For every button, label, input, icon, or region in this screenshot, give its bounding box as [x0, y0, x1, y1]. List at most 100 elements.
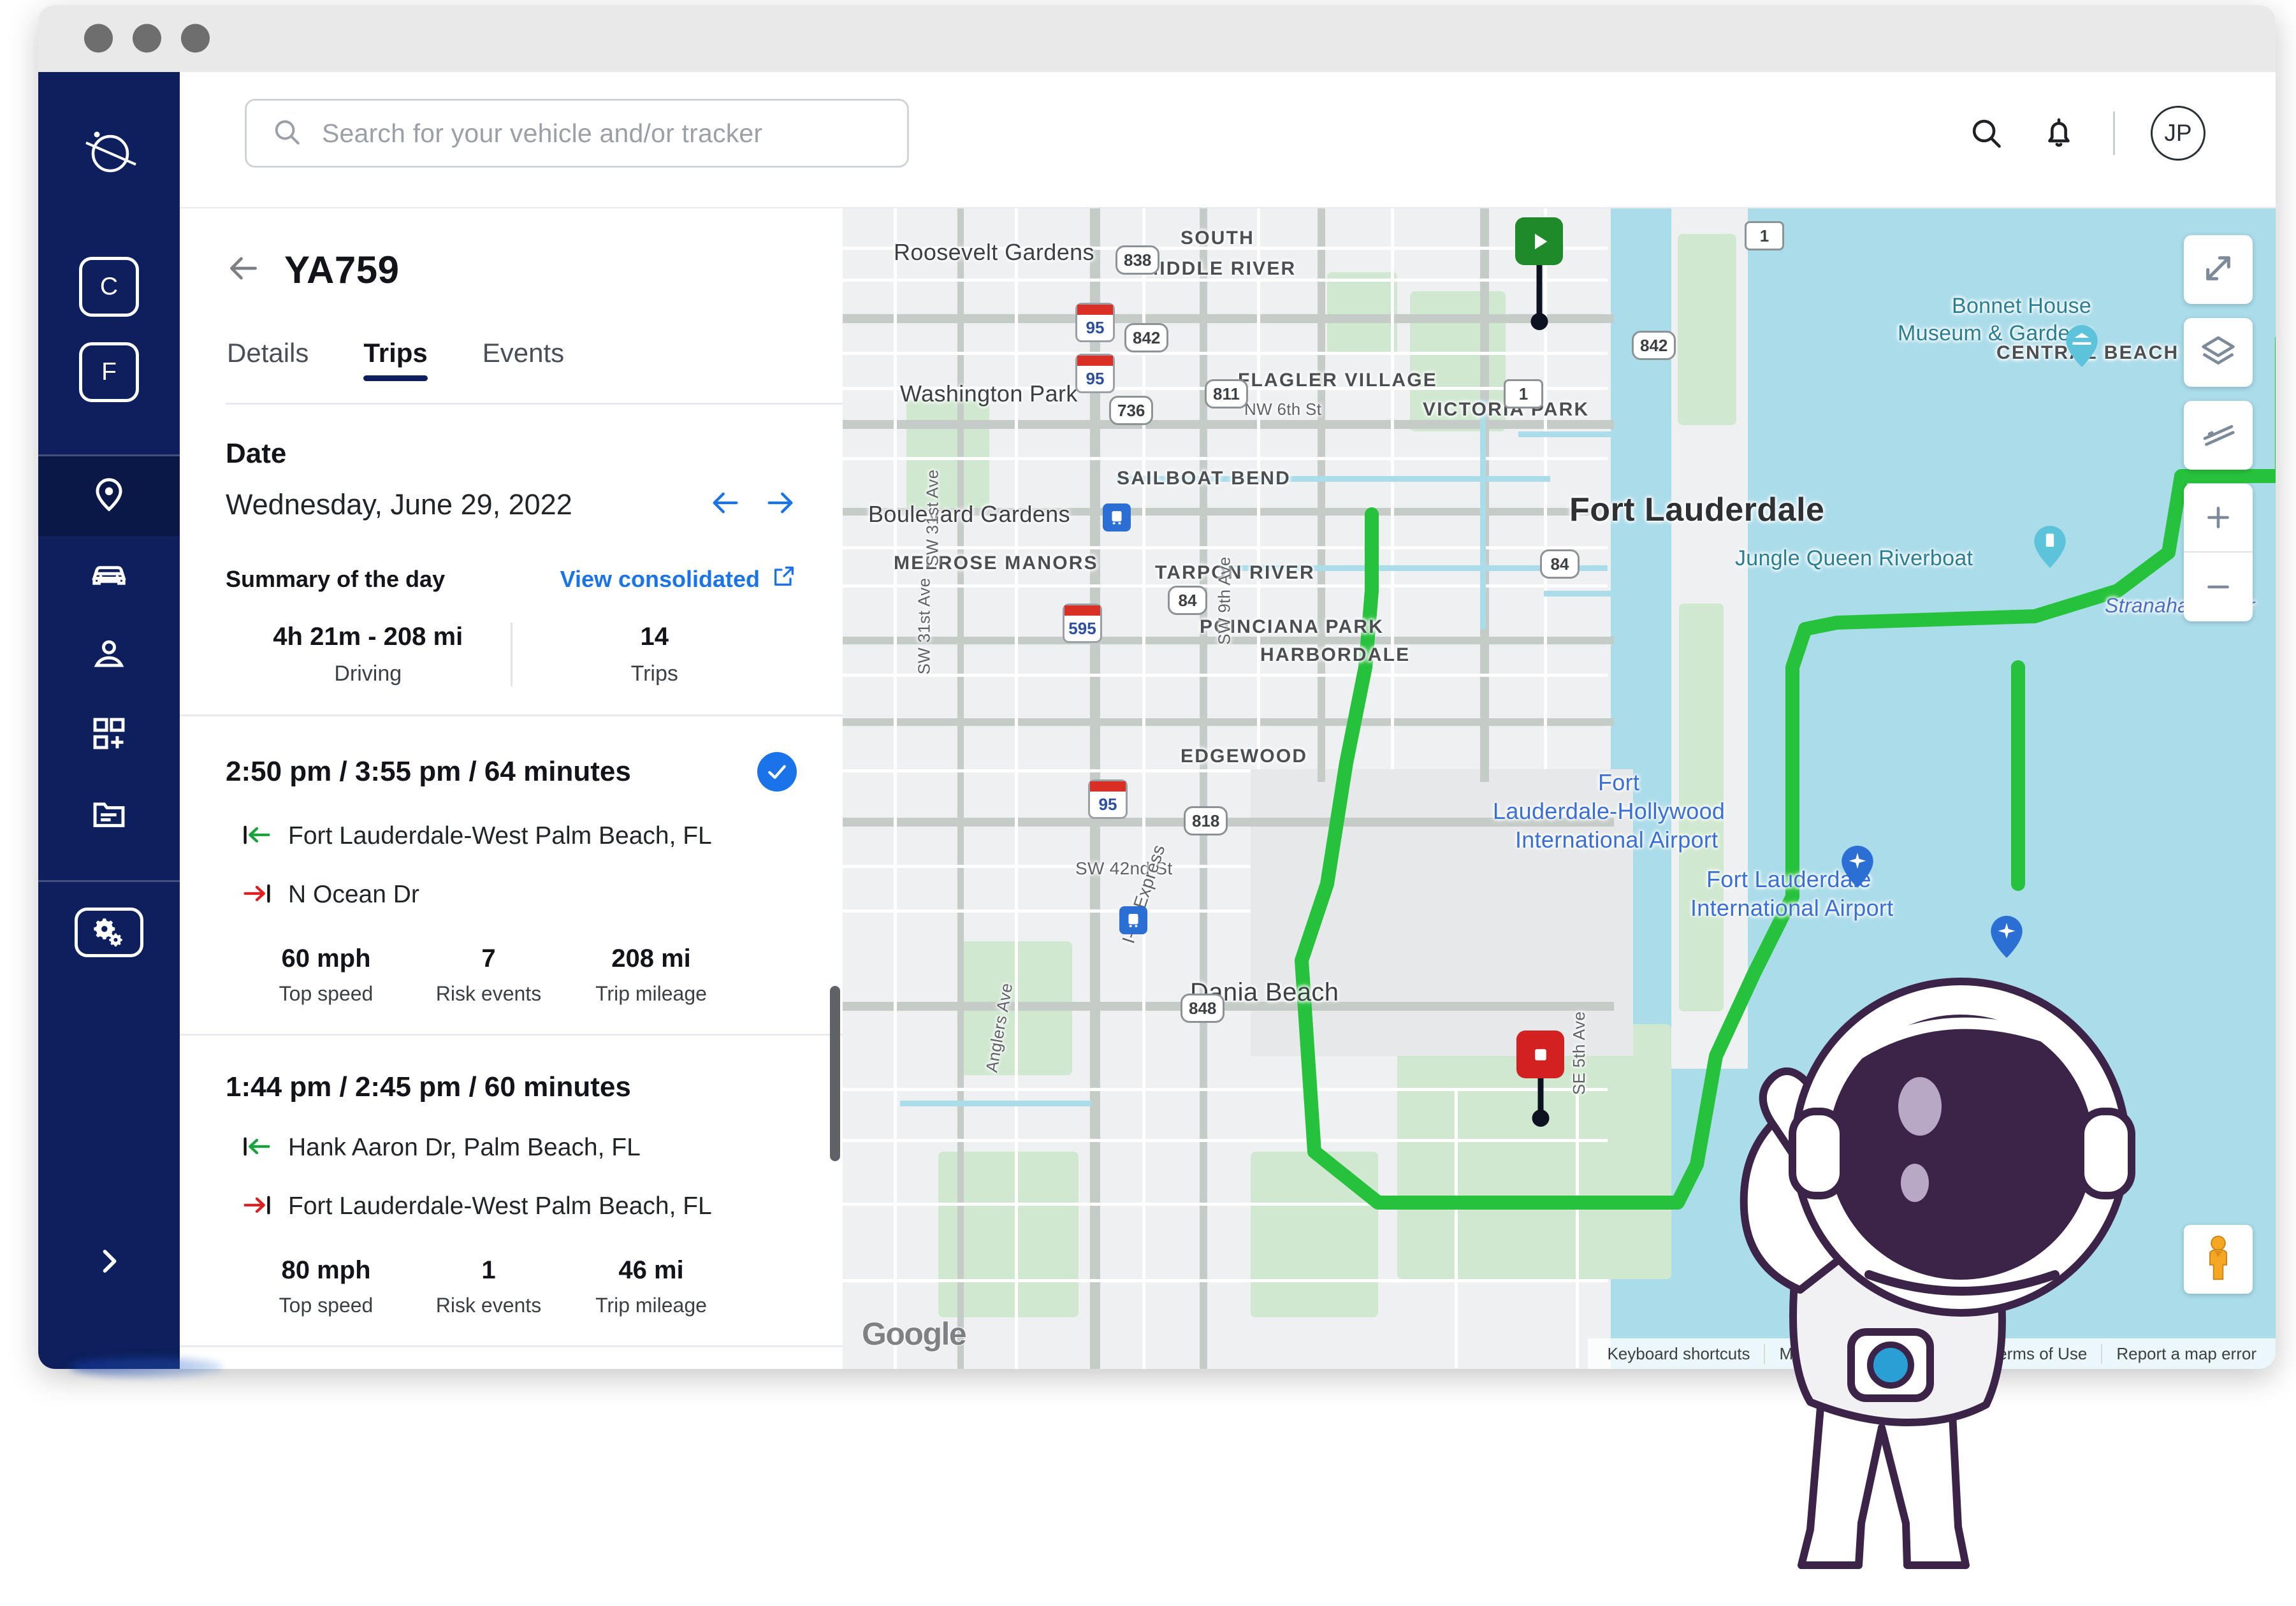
prev-day-button[interactable] [709, 486, 742, 523]
trip-stat-label: Trip mileage [595, 1294, 707, 1317]
trip-start-marker[interactable] [1515, 217, 1563, 330]
search-input[interactable]: Search for your vehicle and/or tracker [245, 99, 909, 168]
top-bar-divider [2113, 112, 2115, 155]
grid-plus-icon [89, 714, 129, 756]
map-label: TARPON RIVER [1155, 562, 1315, 583]
poi-pin-airport[interactable] [1990, 916, 2023, 958]
sidebar-item-reports[interactable] [38, 775, 180, 855]
tab-trips[interactable]: Trips [363, 338, 428, 381]
trip-stat-label: Trip mileage [595, 982, 707, 1005]
trips-list: 2:50 pm / 3:55 pm / 64 minutes Fort Laud… [180, 714, 843, 1347]
poi-pin-museum[interactable] [2065, 325, 2098, 367]
external-link-icon [771, 563, 797, 595]
summary-stat-driving: 4h 21m - 208 mi Driving [226, 623, 511, 686]
arrow-left-icon[interactable] [226, 250, 261, 289]
sidebar-item-map[interactable] [38, 456, 180, 536]
trip-destination-label: Fort Lauderdale-West Palm Beach, FL [288, 1192, 712, 1220]
map-zoom-in-button[interactable] [2184, 484, 2253, 553]
map-traffic-button[interactable] [2184, 401, 2253, 470]
sidebar-divider-lower [38, 880, 180, 882]
vehicle-detail-panel: YA759 Details Trips Events Date Wednesda… [180, 208, 843, 1369]
map-zoom-out-button[interactable] [2184, 553, 2253, 621]
report-map-error-link[interactable]: Report a map error [2101, 1343, 2271, 1364]
summary-stat-label: Trips [630, 662, 678, 686]
map-label: Boulevard Gardens [868, 501, 1070, 527]
bell-icon[interactable] [2040, 115, 2077, 152]
street-view-pegman[interactable] [2184, 1225, 2253, 1294]
trip-card[interactable]: 2:50 pm / 3:55 pm / 64 minutes Fort Laud… [180, 716, 843, 1036]
interstate-shield: 595 [1063, 604, 1102, 643]
search-icon [271, 116, 303, 151]
trip-stat-value: 1 [481, 1256, 496, 1284]
terms-of-use-link[interactable]: Terms of Use [1974, 1343, 2101, 1364]
trip-stat-value: 208 mi [611, 944, 691, 973]
map-canvas[interactable]: Roosevelt Gardens SOUTH MIDDLE RIVER Washin… [843, 208, 2276, 1369]
keyboard-shortcuts-link[interactable]: Keyboard shortcuts [1593, 1344, 1764, 1364]
saturn-planet-logo[interactable] [74, 115, 144, 185]
tab-events[interactable]: Events [483, 338, 564, 381]
route-shield: 811 [1205, 379, 1248, 409]
marker-anchor-dot [1530, 313, 1548, 330]
sidebar-shortcut-f[interactable]: F [79, 342, 139, 402]
sidebar-expand-button[interactable] [38, 1245, 180, 1281]
view-consolidated-link[interactable]: View consolidated [560, 563, 797, 595]
date-label: Date [226, 438, 287, 469]
summary-stats: 4h 21m - 208 mi Driving 14 Trips [226, 623, 797, 714]
page-title: YA759 [284, 249, 400, 291]
interstate-shield-cap [1077, 356, 1113, 366]
interstate-shield-number: 595 [1068, 618, 1096, 638]
trip-stat-value: 46 mi [618, 1256, 684, 1284]
map-label: HARBORDALE [1260, 644, 1411, 665]
search-icon[interactable] [1968, 115, 2005, 152]
arrow-depart-icon [242, 823, 272, 850]
route-shield: 842 [1124, 323, 1169, 352]
sidebar-nav [38, 456, 180, 855]
transit-station-icon[interactable] [1103, 503, 1131, 532]
next-day-button[interactable] [764, 486, 797, 523]
sidebar-item-vehicles[interactable] [38, 536, 180, 616]
trip-stat-value: 7 [481, 944, 496, 973]
map-label: Jungle Queen Riverboat [1735, 546, 1973, 570]
sidebar-item-drivers[interactable] [38, 616, 180, 695]
tab-details[interactable]: Details [227, 338, 309, 381]
sidebar-item-apps[interactable] [38, 695, 180, 775]
sidebar-shortcut-f-label: F [101, 358, 117, 386]
sidebar-shortcut-c[interactable]: C [79, 257, 139, 317]
check-circle-icon[interactable] [757, 752, 797, 792]
trip-stats: 80 mph Top speed 1 Risk events 46 mi Tri… [226, 1256, 797, 1317]
map-label: Roosevelt Gardens [894, 239, 1094, 265]
trip-stats: 60 mph Top speed 7 Risk events 208 mi Tr… [226, 944, 797, 1006]
map-label: SE 5th Ave [1569, 1011, 1589, 1096]
poi-pin-riverboat[interactable] [2033, 526, 2067, 568]
date-block: Date Wednesday, June 29, 2022 Summary of… [180, 405, 843, 714]
sidebar-settings-wrapper [75, 908, 143, 957]
map-pin-icon [89, 475, 129, 517]
panel-header: YA759 Details Trips Events [180, 208, 843, 405]
search-placeholder: Search for your vehicle and/or tracker [322, 118, 763, 148]
map-fullscreen-button[interactable] [2184, 235, 2253, 304]
interstate-shield: 95 [1075, 354, 1115, 393]
us-route-shield: 1 [1504, 379, 1543, 409]
trip-origin-label: Fort Lauderdale-West Palm Beach, FL [288, 822, 712, 850]
interstate-shield-cap [1077, 305, 1113, 315]
trip-destination: N Ocean Dr [226, 881, 797, 909]
avatar[interactable]: JP [2151, 106, 2205, 161]
chevron-right-icon [92, 1245, 126, 1281]
trip-stat-label: Risk events [435, 982, 542, 1005]
map-layers-button[interactable] [2184, 318, 2253, 387]
transit-station-icon[interactable] [1119, 906, 1147, 934]
trip-stat-risk-events: 7 Risk events [407, 944, 570, 1006]
map-label: FLAGLER VILLAGE [1238, 370, 1437, 391]
window-minimize-button[interactable] [133, 24, 161, 53]
trip-end-marker[interactable] [1516, 1031, 1564, 1127]
window-maximize-button[interactable] [181, 24, 210, 53]
trip-stat-mileage: 208 mi Trip mileage [570, 944, 732, 1006]
trip-card[interactable]: 1:44 pm / 2:45 pm / 60 minutes Hank Aaro… [180, 1036, 843, 1347]
panel-scrollbar[interactable] [830, 986, 840, 1161]
route-shield: 848 [1181, 994, 1225, 1023]
sidebar-item-settings[interactable] [75, 908, 143, 957]
poi-pin-airport[interactable] [1841, 846, 1874, 888]
map-attribution: Keyboard shortcuts Map data ©2022 Google… [1588, 1338, 2276, 1369]
window-close-button[interactable] [84, 24, 113, 53]
trip-origin-label: Hank Aaron Dr, Palm Beach, FL [288, 1134, 641, 1161]
